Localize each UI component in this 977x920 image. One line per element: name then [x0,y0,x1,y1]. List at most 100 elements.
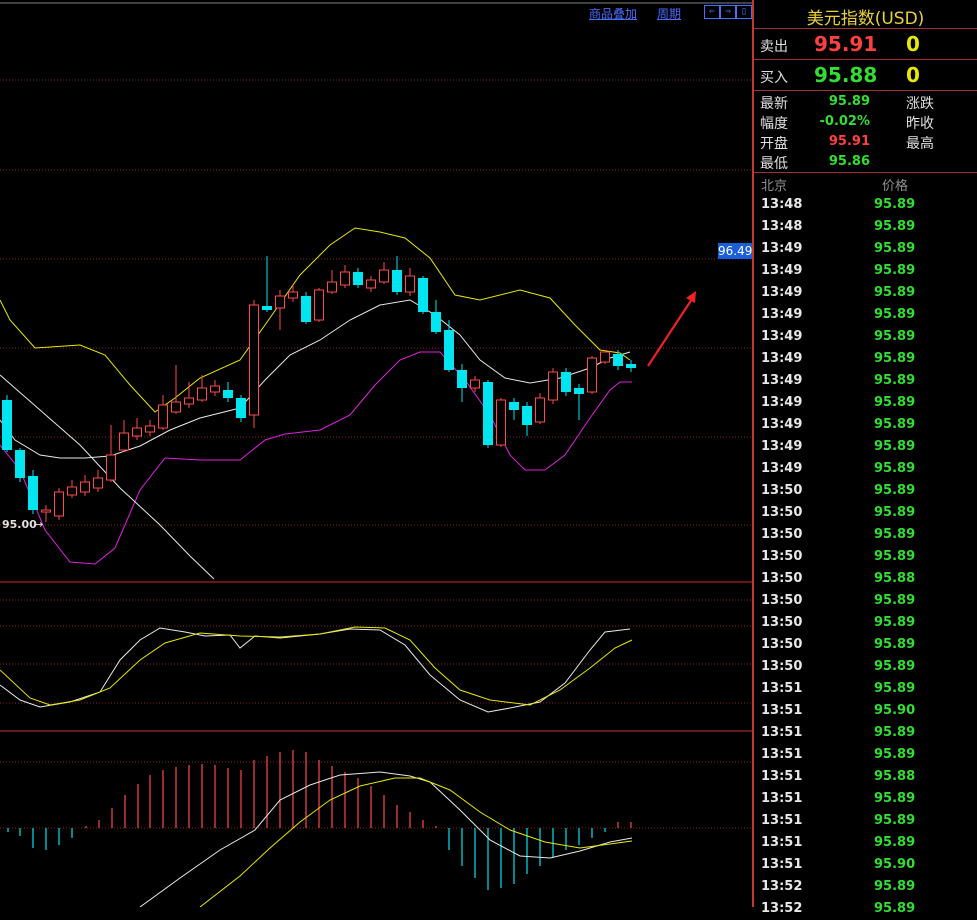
candle-body [54,491,64,517]
tick-price: 95.89 [874,241,916,256]
tick-price: 95.89 [874,791,916,806]
candle-body [28,476,38,510]
oscillator-white-line [0,627,631,713]
tick-price: 95.89 [874,219,916,234]
tick-row: 13:51 95.90 [754,700,977,722]
instrument-title: 美元指数(USD) [806,9,925,29]
divider [754,90,977,91]
tick-price: 95.89 [874,197,916,212]
tick-row: 13:52 95.89 [754,876,977,898]
tick-row: 13:49 95.89 [754,392,977,414]
bollinger-mid-line [0,299,631,459]
overlay-link[interactable]: 商品叠加 [589,5,637,22]
tick-price: 95.89 [874,593,916,608]
bollinger-lower-line [0,351,632,565]
tick-price: 95.89 [874,725,916,740]
tick-price: 95.89 [874,461,916,476]
candle-body [262,306,272,310]
tick-col-price: 价格 [882,179,909,194]
tick-time: 13:49 [761,263,803,278]
latest-label: 最新 [760,96,788,112]
tick-time: 13:50 [761,637,803,652]
tick-row: 13:50 95.89 [754,656,977,678]
tick-price: 95.89 [874,351,916,366]
nav-right-button[interactable]: ⇒ [720,5,736,19]
tick-time: 13:48 [761,219,803,234]
candle-body [327,281,337,293]
buy-volume: 0 [906,63,920,87]
tick-row: 13:49 95.89 [754,238,977,260]
tick-row: 13:49 95.89 [754,260,977,282]
tick-time: 13:49 [761,351,803,366]
tick-row: 13:49 95.89 [754,458,977,480]
tick-row: 13:49 95.89 [754,282,977,304]
candle-body [561,372,571,392]
tick-row: 13:51 95.88 [754,766,977,788]
nav-list-button[interactable]: ▯ [736,5,752,19]
candle-body [600,351,610,363]
tick-time: 13:50 [761,549,803,564]
candle-body [587,357,597,393]
tick-price: 95.89 [874,879,916,894]
candle-body [67,486,77,496]
tick-row: 13:49 95.89 [754,304,977,326]
candle-body [145,425,155,433]
divider [754,172,977,173]
tick-price: 95.89 [874,747,916,762]
candle-body [15,450,25,478]
tick-row: 13:49 95.89 [754,414,977,436]
tick-price: 95.89 [874,549,916,564]
buy-label: 买入 [760,70,788,86]
tick-price: 95.89 [874,417,916,432]
tick-time: 13:51 [761,813,803,828]
candle-body [535,397,545,423]
tick-row: 13:51 95.89 [754,678,977,700]
open-label: 开盘 [760,136,788,152]
tick-time: 13:52 [761,901,803,916]
min-price-marker: 95.00 [2,518,37,531]
nav-left-button[interactable]: ⇐ [704,5,720,19]
tick-row: 13:50 95.89 [754,590,977,612]
candle-body [366,279,376,289]
candle-body [431,312,441,332]
tick-row: 13:49 95.89 [754,436,977,458]
candle-body [236,398,246,418]
low-label: 最低 [760,156,788,172]
candle-body [158,404,168,429]
tick-time: 13:51 [761,725,803,740]
tick-price: 95.88 [874,571,916,586]
candle-body [2,400,12,450]
tick-time: 13:51 [761,747,803,762]
last-price-tag: 96.49 [718,243,752,259]
tick-price: 95.89 [874,439,916,454]
candle-body [197,387,207,401]
tick-time: 13:51 [761,681,803,696]
candle-body [613,354,623,366]
tick-row: 13:49 95.89 [754,370,977,392]
chart-pane[interactable]: 商品叠加 周期 ⇐ ⇒ ▯ 96.49 95.00 → [0,0,752,907]
range-value: -0.02% [819,114,871,129]
tick-row: 13:50 95.89 [754,634,977,656]
candlestick-chart[interactable] [0,0,752,907]
sell-price: 95.91 [814,32,878,56]
sell-label: 卖出 [760,39,788,55]
tick-price: 95.89 [874,637,916,652]
quote-panel: 美元指数(USD) 卖出 95.91 0 买入 95.88 0 最新 95.89… [752,0,977,916]
tick-row: 13:51 95.89 [754,722,977,744]
candle-body [405,275,415,293]
tick-time: 13:49 [761,417,803,432]
tick-price: 95.88 [874,769,916,784]
tick-time: 13:49 [761,439,803,454]
candle-body [132,427,142,437]
tick-row: 13:50 95.89 [754,502,977,524]
tick-time: 13:48 [761,197,803,212]
tick-price: 95.90 [874,857,916,872]
candle-body [301,296,311,322]
divider [754,28,977,29]
candle-body [275,295,285,309]
tick-time: 13:51 [761,835,803,850]
candle-body [379,269,389,283]
candle-body [444,330,454,370]
tick-time: 13:50 [761,659,803,674]
period-link[interactable]: 周期 [657,5,681,22]
